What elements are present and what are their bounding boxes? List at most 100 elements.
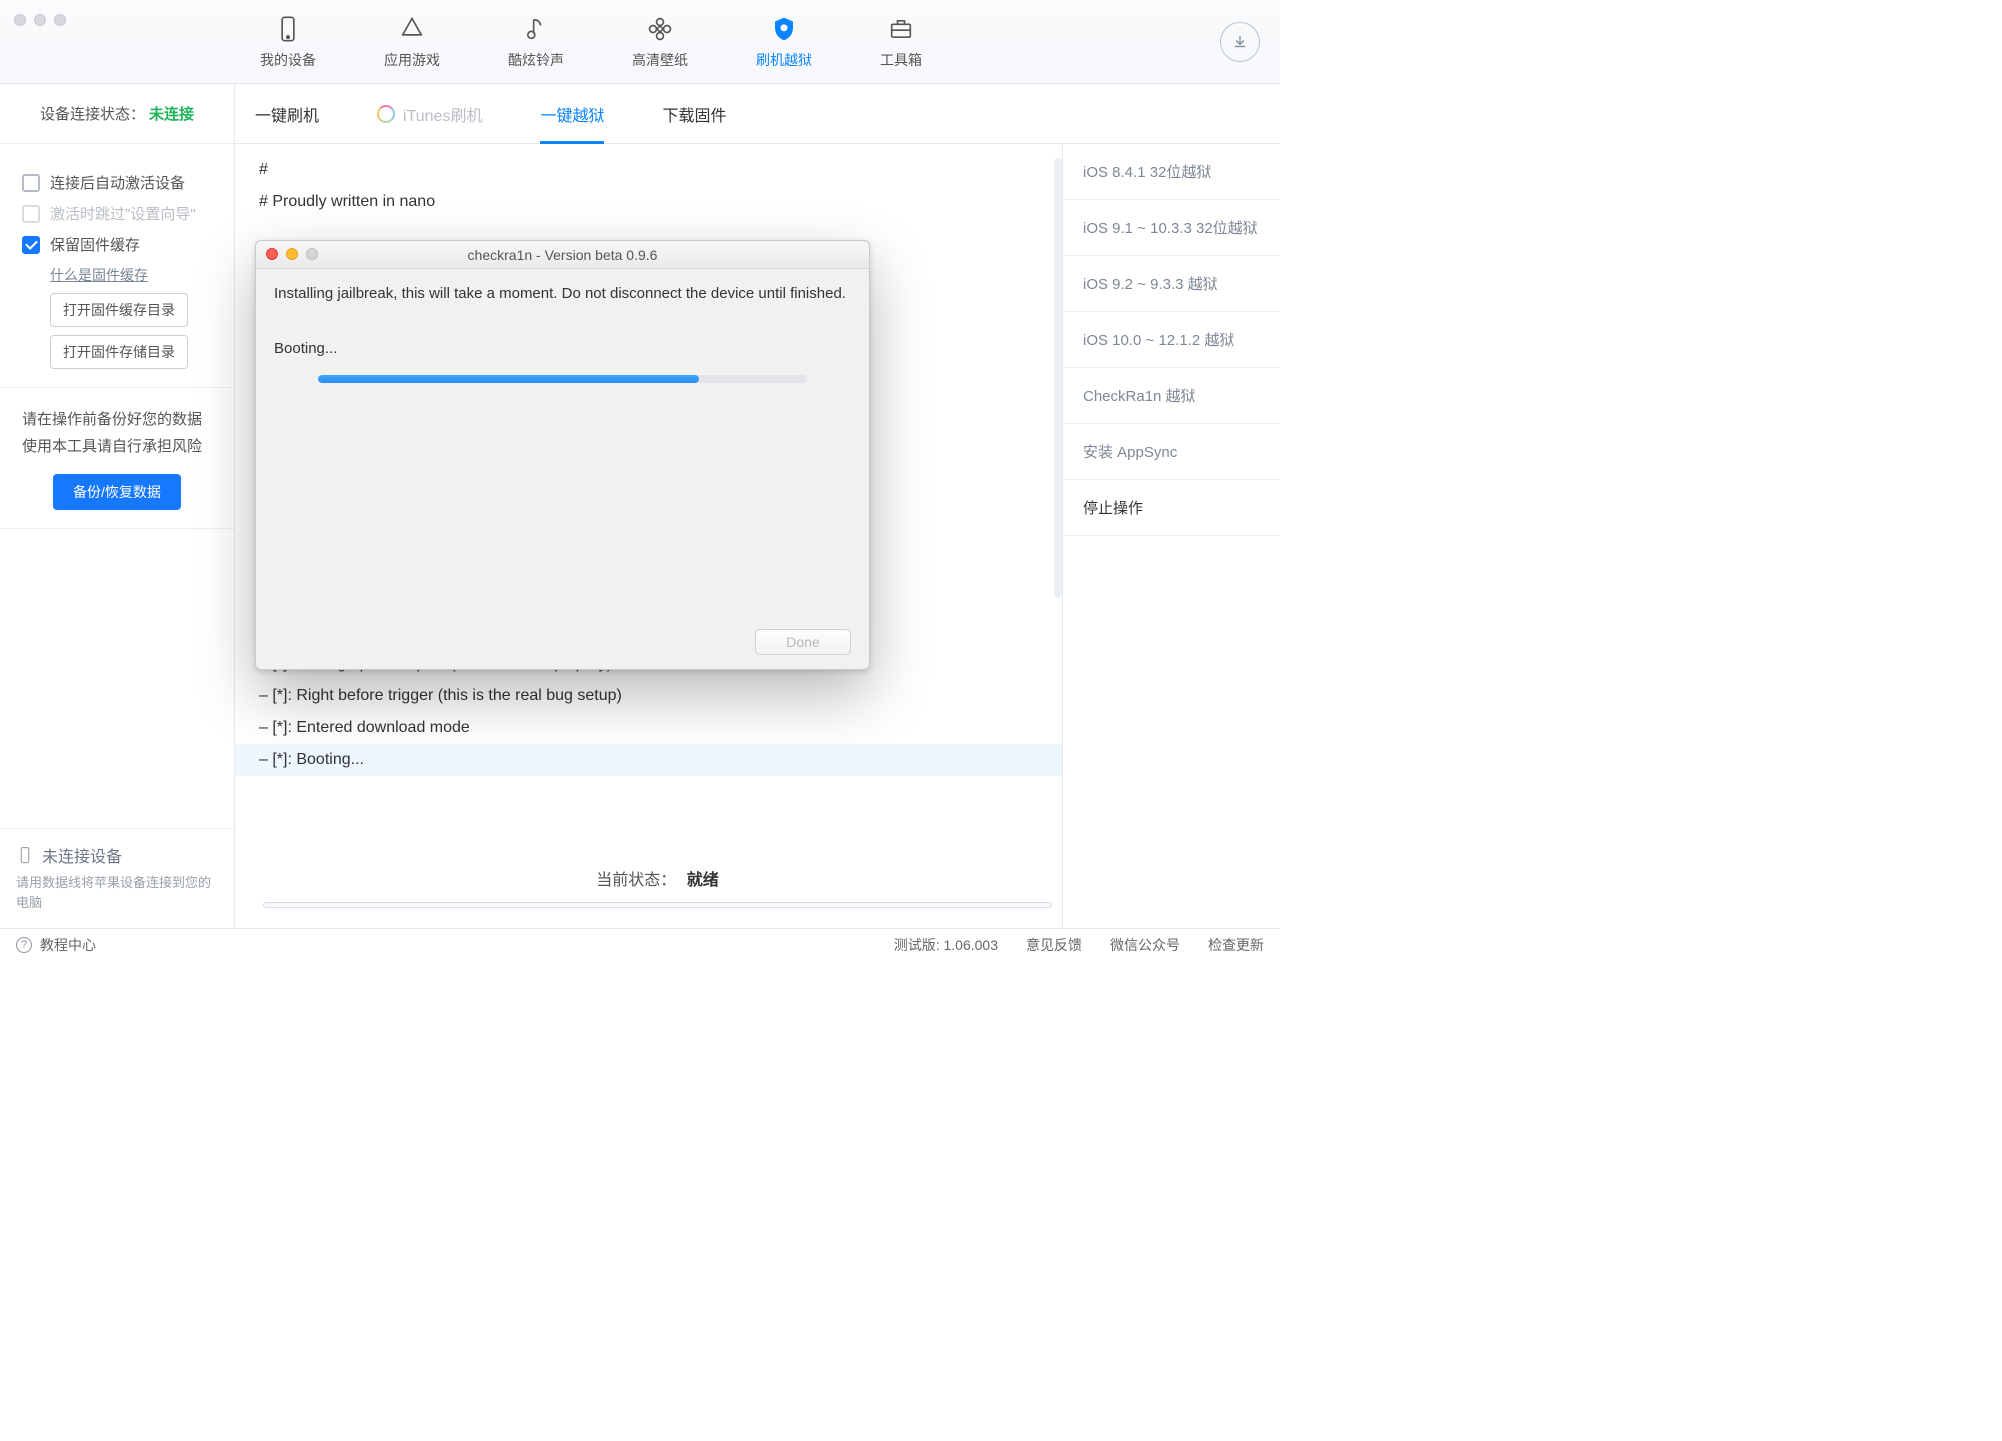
modal-title: checkra1n - Version beta 0.9.6 bbox=[468, 247, 658, 263]
status-box: 当前状态： 就绪 bbox=[263, 866, 1052, 908]
checkra1n-modal: checkra1n - Version beta 0.9.6 Installin… bbox=[255, 240, 870, 670]
connection-status: 设备连接状态： 未连接 bbox=[0, 84, 234, 144]
checkbox-auto-activate[interactable]: 连接后自动激活设备 bbox=[22, 172, 212, 193]
phone-outline-icon bbox=[16, 846, 34, 864]
tab-label: 一键越狱 bbox=[540, 102, 604, 126]
backup-restore-button[interactable]: 备份/恢复数据 bbox=[53, 474, 181, 510]
tab-label: 一键刷机 bbox=[255, 102, 319, 126]
topnav-label: 高清壁纸 bbox=[632, 50, 688, 70]
rb-ios841[interactable]: iOS 8.4.1 32位越狱 bbox=[1063, 144, 1280, 200]
tab-one-click-jailbreak[interactable]: 一键越狱 bbox=[540, 84, 604, 144]
status-label: 当前状态： bbox=[596, 872, 676, 889]
checkbox-label: 保留固件缓存 bbox=[50, 234, 140, 255]
btn-open-cache-dir[interactable]: 打开固件缓存目录 bbox=[50, 293, 188, 327]
topnav-label: 刷机越狱 bbox=[756, 50, 812, 70]
no-device-sub: 请用数据线将苹果设备连接到您的电脑 bbox=[16, 873, 218, 912]
version-value: 1.06.003 bbox=[944, 937, 999, 953]
window-close-dot[interactable] bbox=[14, 14, 26, 26]
checkbox-icon bbox=[22, 174, 40, 192]
console-line: # bbox=[259, 154, 1038, 186]
wechat-link[interactable]: 微信公众号 bbox=[1110, 935, 1180, 955]
modal-progress-fill bbox=[318, 375, 699, 383]
modal-body: Installing jailbreak, this will take a m… bbox=[256, 269, 869, 669]
itunes-icon bbox=[377, 105, 395, 123]
window-max-dot[interactable] bbox=[54, 14, 66, 26]
modal-max-dot bbox=[306, 248, 318, 260]
tab-download-firmware[interactable]: 下载固件 bbox=[662, 84, 726, 144]
right-sidebar: iOS 8.4.1 32位越狱 iOS 9.1 ~ 10.3.3 32位越狱 i… bbox=[1062, 144, 1280, 928]
scrollbar-thumb[interactable] bbox=[1054, 158, 1062, 598]
tutorial-label: 教程中心 bbox=[40, 935, 96, 955]
flower-icon bbox=[645, 14, 675, 44]
modal-progress bbox=[318, 375, 807, 383]
tab-itunes-flash[interactable]: iTunes刷机 bbox=[377, 84, 482, 144]
rb-install-appsync[interactable]: 安装 AppSync bbox=[1063, 424, 1280, 480]
toolbox-icon bbox=[886, 14, 916, 44]
checkbox-icon bbox=[22, 205, 40, 223]
topnav-label: 应用游戏 bbox=[384, 50, 440, 70]
version-label: 测试版: bbox=[894, 937, 944, 953]
checkbox-skip-wizard: 激活时跳过"设置向导" bbox=[22, 203, 212, 224]
checkbox-label: 激活时跳过"设置向导" bbox=[50, 203, 196, 224]
sub-nav: 一键刷机 iTunes刷机 一键越狱 下载固件 bbox=[235, 84, 1280, 144]
topnav-my-devices[interactable]: 我的设备 bbox=[260, 14, 316, 70]
progress-bar-empty bbox=[263, 902, 1052, 908]
no-device-panel: 未连接设备 请用数据线将苹果设备连接到您的电脑 bbox=[0, 828, 234, 928]
link-what-is-cache[interactable]: 什么是固件缓存 bbox=[50, 265, 212, 285]
modal-titlebar[interactable]: checkra1n - Version beta 0.9.6 bbox=[256, 241, 869, 269]
tab-label: iTunes刷机 bbox=[403, 102, 482, 126]
modal-window-controls bbox=[266, 248, 318, 260]
help-icon: ? bbox=[16, 937, 32, 953]
left-sidebar: 设备连接状态： 未连接 连接后自动激活设备 激活时跳过"设置向导" 保留固件缓存… bbox=[0, 84, 235, 928]
btn-open-storage-dir[interactable]: 打开固件存储目录 bbox=[50, 335, 188, 369]
rb-ios92-933[interactable]: iOS 9.2 ~ 9.3.3 越狱 bbox=[1063, 256, 1280, 312]
tab-one-click-flash[interactable]: 一键刷机 bbox=[255, 84, 319, 144]
checkbox-label: 连接后自动激活设备 bbox=[50, 172, 185, 193]
footer: ? 教程中心 测试版: 1.06.003 意见反馈 微信公众号 检查更新 bbox=[0, 928, 1280, 960]
window-controls bbox=[14, 14, 66, 26]
status-label: 设备连接状态： bbox=[40, 103, 145, 124]
console-line-current: – [*]: Booting... bbox=[235, 744, 1062, 776]
rb-checkra1n[interactable]: CheckRa1n 越狱 bbox=[1063, 368, 1280, 424]
status-value: 未连接 bbox=[149, 103, 194, 124]
tutorial-center-link[interactable]: ? 教程中心 bbox=[16, 935, 96, 955]
topnav-label: 工具箱 bbox=[880, 50, 922, 70]
modal-stage: Booting... bbox=[274, 340, 851, 357]
downloads-button[interactable] bbox=[1220, 22, 1260, 62]
feedback-link[interactable]: 意见反馈 bbox=[1026, 935, 1082, 955]
checkbox-keep-cache[interactable]: 保留固件缓存 bbox=[22, 234, 212, 255]
console-line: – [*]: Entered download mode bbox=[259, 712, 1038, 744]
top-nav: 我的设备 应用游戏 酷炫铃声 高清壁纸 刷机越狱 bbox=[260, 0, 922, 83]
modal-close-dot[interactable] bbox=[266, 248, 278, 260]
rb-ios91-1033[interactable]: iOS 9.1 ~ 10.3.3 32位越狱 bbox=[1063, 200, 1280, 256]
phone-icon bbox=[273, 14, 303, 44]
topnav-label: 我的设备 bbox=[260, 50, 316, 70]
modal-message: Installing jailbreak, this will take a m… bbox=[274, 283, 851, 304]
done-button-disabled: Done bbox=[755, 629, 851, 655]
modal-min-dot[interactable] bbox=[286, 248, 298, 260]
topnav-label: 酷炫铃声 bbox=[508, 50, 564, 70]
topnav-toolbox[interactable]: 工具箱 bbox=[880, 14, 922, 70]
topnav-ringtones[interactable]: 酷炫铃声 bbox=[508, 14, 564, 70]
warning-line: 使用本工具请自行承担风险 bbox=[22, 433, 212, 460]
console-line: # Proudly written in nano bbox=[259, 186, 1038, 218]
rb-ios100-1212[interactable]: iOS 10.0 ~ 12.1.2 越狱 bbox=[1063, 312, 1280, 368]
rb-stop-operation[interactable]: 停止操作 bbox=[1063, 480, 1280, 536]
sidebar-warning: 请在操作前备份好您的数据 使用本工具请自行承担风险 备份/恢复数据 bbox=[0, 388, 234, 529]
titlebar: 我的设备 应用游戏 酷炫铃声 高清壁纸 刷机越狱 bbox=[0, 0, 1280, 84]
apps-icon bbox=[397, 14, 427, 44]
topnav-wallpapers[interactable]: 高清壁纸 bbox=[632, 14, 688, 70]
status-value: 就绪 bbox=[687, 872, 719, 889]
console-line: – [*]: Right before trigger (this is the… bbox=[259, 680, 1038, 712]
sidebar-options: 连接后自动激活设备 激活时跳过"设置向导" 保留固件缓存 什么是固件缓存 打开固… bbox=[0, 144, 234, 388]
checkbox-icon bbox=[22, 236, 40, 254]
window-min-dot[interactable] bbox=[34, 14, 46, 26]
shield-icon bbox=[769, 14, 799, 44]
footer-right: 测试版: 1.06.003 意见反馈 微信公众号 检查更新 bbox=[894, 935, 1264, 955]
version-info: 测试版: 1.06.003 bbox=[894, 935, 998, 955]
topnav-jailbreak[interactable]: 刷机越狱 bbox=[756, 14, 812, 70]
topnav-apps[interactable]: 应用游戏 bbox=[384, 14, 440, 70]
check-update-link[interactable]: 检查更新 bbox=[1208, 935, 1264, 955]
music-note-icon bbox=[521, 14, 551, 44]
tab-label: 下载固件 bbox=[662, 102, 726, 126]
